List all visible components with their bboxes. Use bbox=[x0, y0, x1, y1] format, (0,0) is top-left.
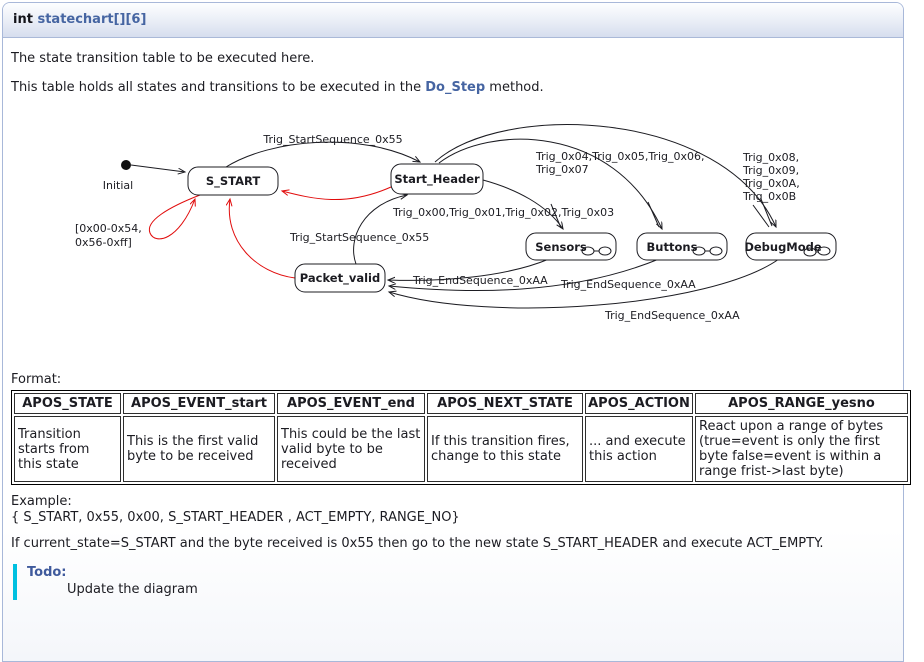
todo-text: Update the diagram bbox=[67, 582, 895, 597]
state-buttons-label: Buttons bbox=[647, 240, 698, 254]
cell-apos-state: Transition starts from this state bbox=[14, 416, 121, 482]
label-range-line1: [0x00-0x54, bbox=[75, 222, 142, 235]
label-trig-00-03: Trig_0x00,Trig_0x01,Trig_0x02,Trig_0x03 bbox=[392, 206, 614, 219]
label-trig-07: Trig_0x07 bbox=[535, 163, 589, 176]
cell-apos-action: ... and execute this action bbox=[585, 416, 693, 482]
label-endsequence-sensors: Trig_EndSequence_0xAA bbox=[412, 274, 548, 287]
brief-description: The state transition table to be execute… bbox=[11, 51, 895, 67]
format-table-header-row: APOS_STATE APOS_EVENT_start APOS_EVENT_e… bbox=[14, 393, 908, 414]
state-s-start-label: S_START bbox=[206, 174, 261, 189]
label-trig-09: Trig_0x09, bbox=[742, 164, 799, 177]
edge-packetvalid-to-sstart bbox=[229, 199, 295, 278]
format-label: Format: bbox=[11, 372, 895, 388]
state-start-header-label: Start_Header bbox=[394, 172, 480, 187]
initial-state-dot bbox=[121, 160, 131, 170]
col-apos-range-yesno: APOS_RANGE_yesno bbox=[695, 393, 908, 414]
edge-stub-debugmode-2 bbox=[753, 205, 769, 227]
do-step-link[interactable]: Do_Step bbox=[425, 80, 485, 95]
member-name: statechart[][6] bbox=[37, 12, 146, 27]
col-apos-event-end: APOS_EVENT_end bbox=[277, 393, 425, 414]
state-debugmode-label: DebugMode bbox=[744, 240, 822, 254]
todo-block: Todo: Update the diagram bbox=[13, 564, 895, 600]
state-sensors-label: Sensors bbox=[535, 240, 587, 254]
format-table: APOS_STATE APOS_EVENT_start APOS_EVENT_e… bbox=[11, 390, 911, 485]
initial-state-label: Initial bbox=[103, 179, 133, 192]
format-table-body-row: Transition starts from this state This i… bbox=[14, 416, 908, 482]
edge-stub-debugmode-1 bbox=[761, 199, 772, 226]
label-trig-0b: Trig_0x0B bbox=[742, 190, 796, 203]
cell-apos-next-state: If this transition fires, change to this… bbox=[427, 416, 583, 482]
edge-startheader-to-sstart bbox=[282, 187, 391, 200]
member-detail-box: int statechart[][6] The state transition… bbox=[2, 2, 904, 662]
example-code: { S_START, 0x55, 0x00, S_START_HEADER , … bbox=[11, 510, 895, 526]
return-type: int bbox=[13, 12, 33, 27]
label-endsequence-debug: Trig_EndSequence_0xAA bbox=[604, 309, 740, 322]
cell-apos-event-start: This is the first valid byte to be recei… bbox=[123, 416, 275, 482]
edge-initial-to-sstart bbox=[131, 165, 185, 172]
label-range-line2: 0x56-0xff] bbox=[75, 236, 132, 249]
p2-text-before: This table holds all states and transiti… bbox=[11, 80, 425, 95]
col-apos-event-start: APOS_EVENT_start bbox=[123, 393, 275, 414]
example-explanation: If current_state=S_START and the byte re… bbox=[11, 536, 895, 552]
state-packet-valid-label: Packet_valid bbox=[300, 271, 380, 286]
col-apos-state: APOS_STATE bbox=[14, 393, 121, 414]
cell-apos-event-end: This could be the last valid byte to be … bbox=[277, 416, 425, 482]
col-apos-next-state: APOS_NEXT_STATE bbox=[427, 393, 583, 414]
label-trig-04-06: Trig_0x04,Trig_0x05,Trig_0x06, bbox=[535, 150, 705, 163]
todo-link[interactable]: Todo: bbox=[27, 565, 67, 580]
member-doc: The state transition table to be execute… bbox=[3, 51, 903, 600]
detailed-description: This table holds all states and transiti… bbox=[11, 80, 895, 96]
label-trig-startsequence-pv: Trig_StartSequence_0x55 bbox=[289, 231, 429, 244]
col-apos-action: APOS_ACTION bbox=[585, 393, 693, 414]
label-trig-startsequence-top: Trig_StartSequence_0x55 bbox=[262, 133, 402, 146]
cell-apos-range-yesno: React upon a range of bytes (true=event … bbox=[695, 416, 908, 482]
state-boxes bbox=[188, 164, 836, 292]
edge-sstart-selfloop bbox=[149, 195, 200, 239]
label-trig-08: Trig_0x08, bbox=[742, 151, 799, 164]
label-trig-0a: Trig_0x0A, bbox=[742, 177, 800, 190]
member-title-bar: int statechart[][6] bbox=[3, 3, 903, 38]
label-endsequence-buttons: Trig_EndSequence_0xAA bbox=[560, 278, 696, 291]
edge-stub-buttons bbox=[648, 202, 659, 227]
example-label: Example: bbox=[11, 494, 895, 510]
statechart-diagram: Initial bbox=[11, 101, 908, 359]
example-block: Example: { S_START, 0x55, 0x00, S_START_… bbox=[11, 494, 895, 526]
p2-text-after: method. bbox=[485, 80, 543, 95]
